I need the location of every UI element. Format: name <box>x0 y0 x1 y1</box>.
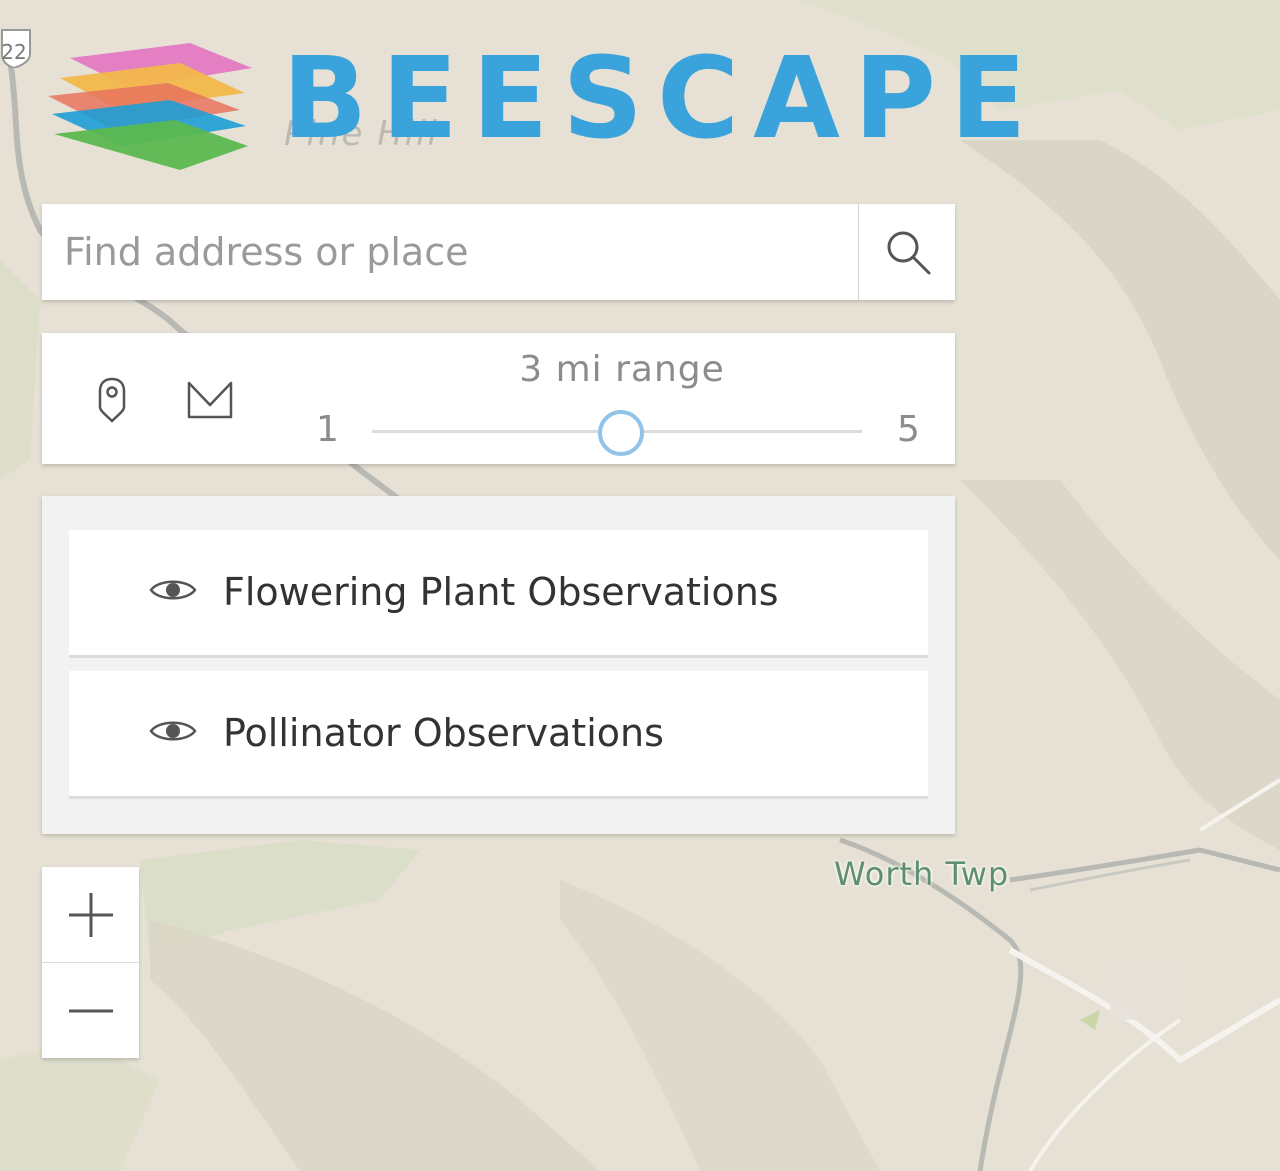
search-button[interactable] <box>858 204 956 300</box>
range-min-label: 1 <box>316 409 339 450</box>
layer-item-flowering-plant[interactable]: Flowering Plant Observations <box>69 530 928 658</box>
map-pin-icon[interactable] <box>94 375 130 423</box>
search-input[interactable] <box>42 204 858 300</box>
layer-label: Flowering Plant Observations <box>223 570 779 614</box>
layers-panel: Flowering Plant Observations Pollinator … <box>42 496 955 834</box>
range-slider-thumb[interactable] <box>598 410 644 456</box>
layer-item-pollinator[interactable]: Pollinator Observations <box>69 671 928 799</box>
zoom-in-button[interactable] <box>42 867 139 963</box>
app-title: BEESCAPE <box>282 34 1041 164</box>
beescape-logo-icon <box>48 43 252 170</box>
zoom-controls <box>42 867 139 1058</box>
minus-icon <box>68 1009 113 1012</box>
plus-icon <box>68 892 113 937</box>
eye-icon[interactable] <box>149 716 197 746</box>
range-panel: 3 mi range 1 5 <box>42 333 955 464</box>
route-number: 22 <box>1 40 27 64</box>
search-icon <box>887 231 930 275</box>
eye-icon[interactable] <box>149 575 197 605</box>
map-place-label: Worth Twp <box>834 855 1010 893</box>
zoom-out-button[interactable] <box>42 963 139 1058</box>
search-panel <box>42 204 955 300</box>
layer-label: Pollinator Observations <box>223 711 664 755</box>
range-label: 3 mi range <box>519 349 725 390</box>
envelope-icon[interactable] <box>186 379 234 421</box>
range-max-label: 5 <box>897 409 920 450</box>
